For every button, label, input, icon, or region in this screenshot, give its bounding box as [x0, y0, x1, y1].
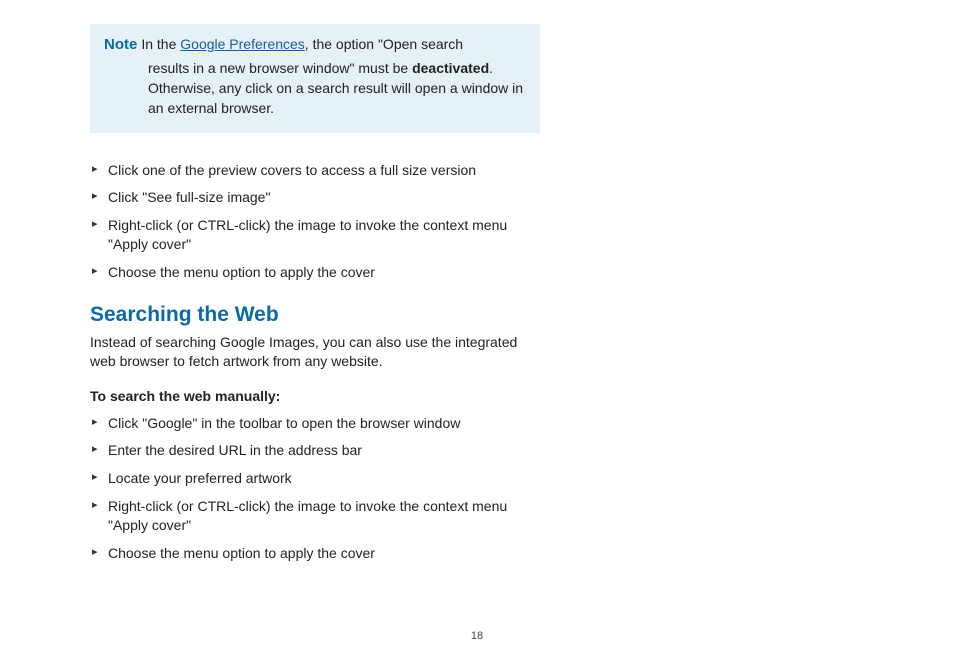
steps-list-2: Click "Google" in the toolbar to open th…	[90, 414, 540, 564]
list-item: Right-click (or CTRL-click) the image to…	[92, 497, 540, 536]
sub-heading: To search the web manually:	[90, 388, 540, 404]
list-item: Click one of the preview covers to acces…	[92, 161, 540, 181]
note-body: results in a new browser window" must be…	[104, 58, 526, 119]
steps-list-1: Click one of the preview covers to acces…	[90, 161, 540, 283]
google-preferences-link[interactable]: Google Preferences	[180, 36, 305, 52]
list-item: Click "Google" in the toolbar to open th…	[92, 414, 540, 434]
note-box: NoteIn the Google Preferences, the optio…	[90, 24, 540, 133]
page-number: 18	[0, 630, 954, 642]
list-item: Click "See full-size image"	[92, 188, 540, 208]
list-item: Choose the menu option to apply the cove…	[92, 544, 540, 564]
section-intro: Instead of searching Google Images, you …	[90, 333, 540, 372]
content-column: NoteIn the Google Preferences, the optio…	[90, 24, 540, 563]
list-item: Enter the desired URL in the address bar	[92, 441, 540, 461]
section-heading: Searching the Web	[90, 303, 540, 327]
note-label: Note	[104, 36, 137, 53]
note-text-pre: In the	[141, 36, 180, 52]
note-text-post: , the option "Open search	[305, 36, 463, 52]
list-item: Choose the menu option to apply the cove…	[92, 263, 540, 283]
note-bold: deactivated	[412, 60, 489, 76]
list-item: Right-click (or CTRL-click) the image to…	[92, 216, 540, 255]
document-page: NoteIn the Google Preferences, the optio…	[0, 0, 954, 668]
list-item: Locate your preferred artwork	[92, 469, 540, 489]
note-line2-pre: results in a new browser window" must be	[148, 60, 412, 76]
